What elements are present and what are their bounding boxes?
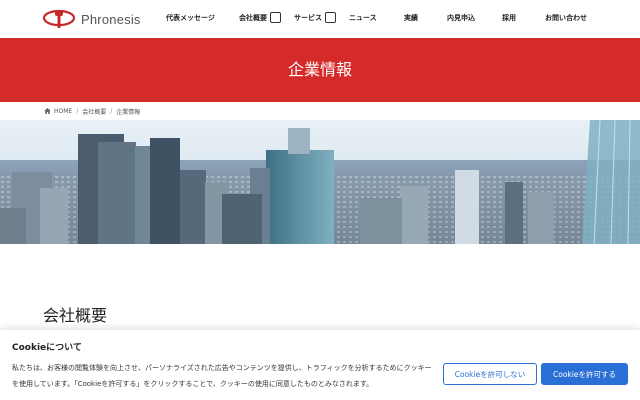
breadcrumb: HOME / 会社概要 / 企業情報: [44, 104, 140, 118]
chevron-down-icon[interactable]: [325, 12, 336, 23]
nav-item-contact[interactable]: お問い合わせ: [545, 13, 587, 23]
nav-item-message[interactable]: 代表メッセージ: [166, 13, 215, 23]
cookie-title: Cookieについて: [12, 343, 82, 353]
breadcrumb-home[interactable]: HOME: [54, 108, 72, 115]
breadcrumb-company[interactable]: 会社概要: [82, 107, 106, 116]
nav-item-label: お問い合わせ: [545, 14, 587, 22]
nav-item-label: 採用: [502, 14, 516, 22]
home-icon: [44, 108, 51, 114]
breadcrumb-separator: /: [76, 107, 79, 115]
nav-item-viewing[interactable]: 内見申込: [447, 13, 475, 23]
nav-item-works[interactable]: 実績: [404, 13, 418, 23]
nav-item-company[interactable]: 会社概要: [239, 12, 281, 23]
breadcrumb-separator: /: [110, 107, 113, 115]
nav-item-label: 実績: [404, 14, 418, 22]
reject-cookies-button[interactable]: Cookieを許可しない: [443, 363, 537, 385]
nav-item-label: 会社概要: [239, 13, 267, 22]
nav-item-label: 代表メッセージ: [166, 14, 215, 22]
site-header: Phronesis 代表メッセージ 会社概要 サービス ニュース 実績 内見申込…: [0, 0, 640, 38]
section-title: 会社概要: [43, 306, 108, 325]
accept-cookies-button[interactable]: Cookieを許可する: [541, 363, 628, 385]
city-skyline-image: [0, 120, 640, 244]
nav-item-label: 内見申込: [447, 14, 475, 22]
cookie-description: 私たちは、お客様の閲覧体験を向上させ、パーソナライズされた広告やコンテンツを提供…: [12, 364, 432, 388]
nav-item-label: ニュース: [349, 14, 377, 22]
chevron-down-icon[interactable]: [270, 12, 281, 23]
nav-item-news[interactable]: ニュース: [349, 13, 377, 23]
page-banner: 企業情報: [0, 38, 640, 102]
nav-item-service[interactable]: サービス: [294, 12, 336, 23]
nav-item-label: サービス: [294, 13, 322, 22]
main-nav: 代表メッセージ 会社概要 サービス ニュース 実績 内見申込 採用 お問い合わせ: [0, 0, 640, 38]
page-title: 企業情報: [287, 60, 352, 79]
nav-item-recruit[interactable]: 採用: [502, 13, 516, 23]
cookie-consent-bar: Cookieについて 私たちは、お客様の閲覧体験を向上させ、パーソナライズされた…: [0, 330, 640, 400]
breadcrumb-current: 企業情報: [116, 108, 141, 116]
